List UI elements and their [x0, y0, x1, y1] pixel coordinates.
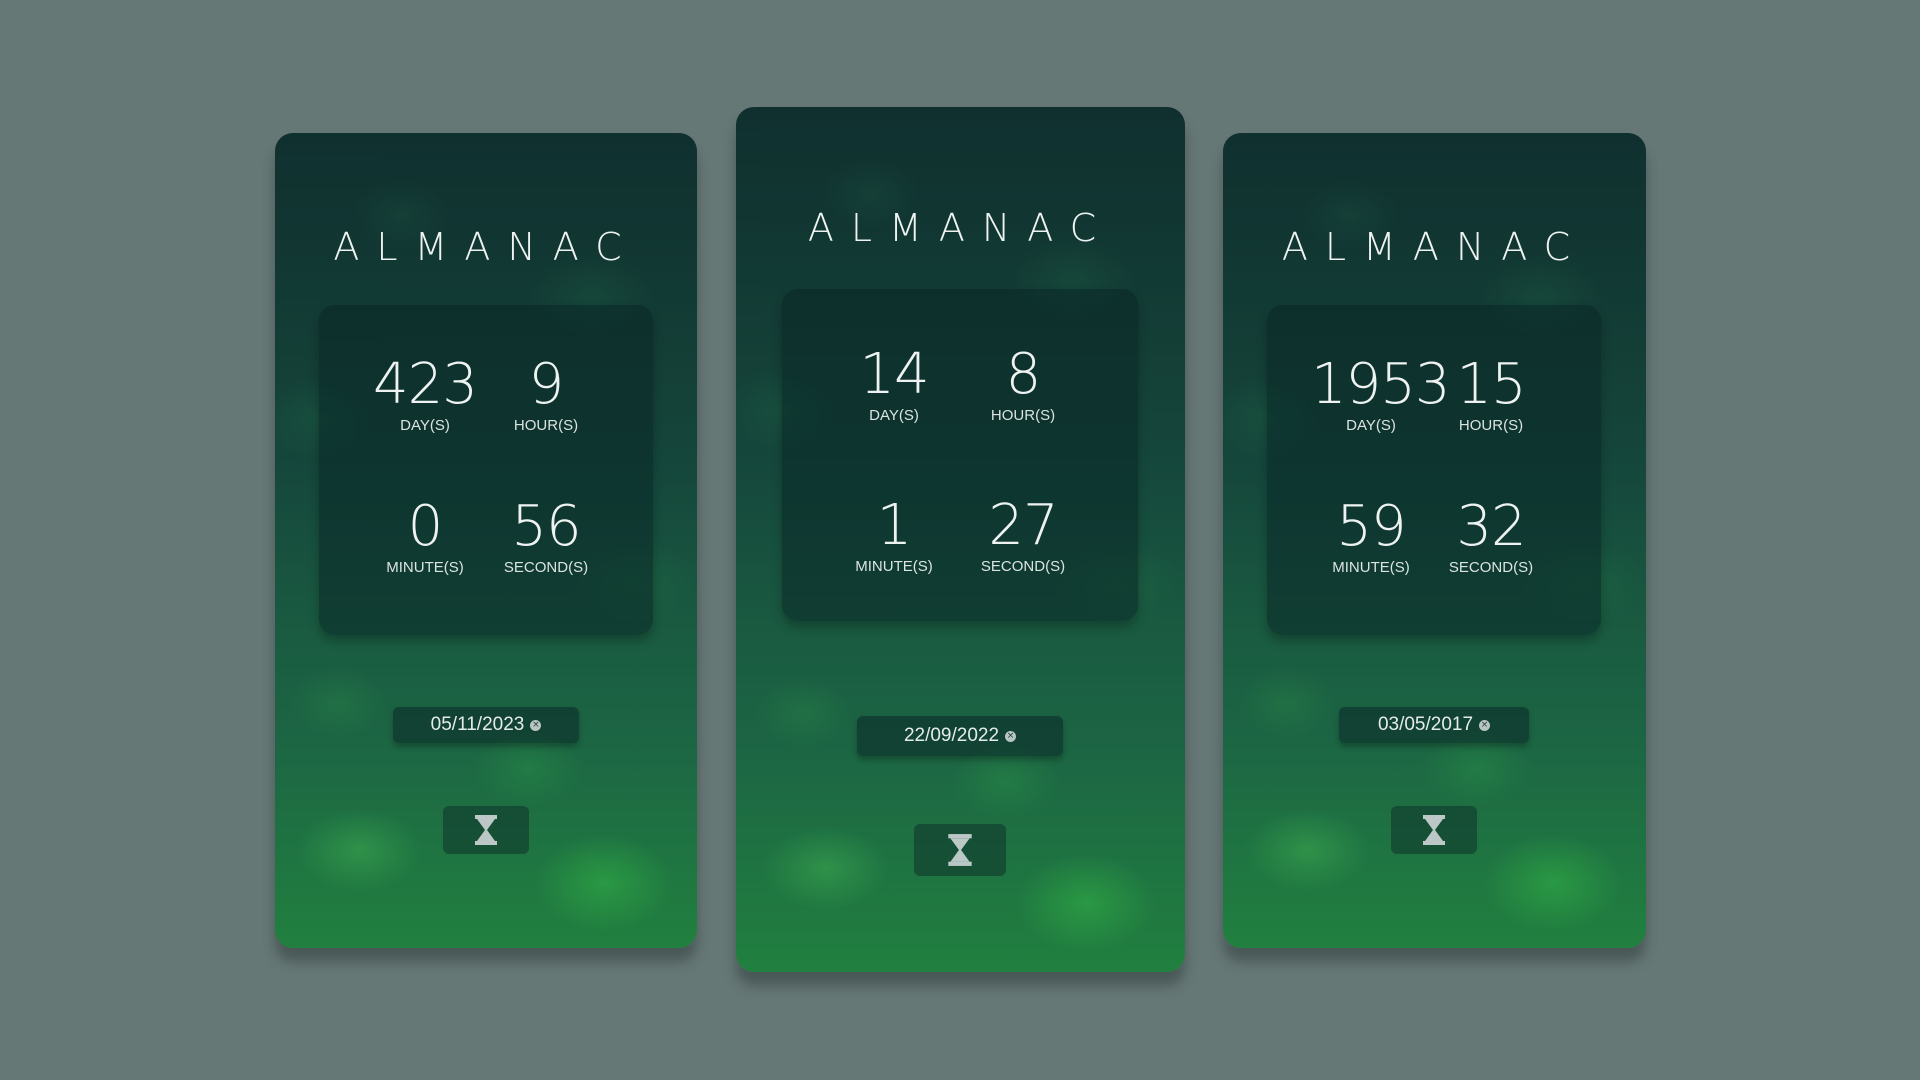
- minutes-unit: 59 MINUTE(S): [1311, 494, 1431, 577]
- days-unit: 14 DAY(S): [834, 342, 954, 425]
- seconds-unit: 56 SECOND(S): [486, 494, 606, 577]
- days-label: DAY(S): [869, 407, 919, 424]
- hours-value: 8: [1005, 342, 1042, 407]
- start-timer-button[interactable]: [914, 824, 1006, 876]
- days-value: 423: [373, 352, 478, 417]
- minutes-value: 59: [1336, 494, 1406, 559]
- seconds-value: 27: [988, 493, 1058, 558]
- seconds-unit: 32 SECOND(S): [1431, 494, 1551, 577]
- hours-unit: 9 HOUR(S): [486, 352, 606, 435]
- seconds-value: 56: [511, 494, 581, 559]
- hourglass-icon: [475, 815, 497, 845]
- start-timer-button[interactable]: [1391, 806, 1477, 854]
- seconds-unit: 27 SECOND(S): [963, 493, 1083, 576]
- app-title: ALMANAC: [333, 225, 639, 269]
- seconds-label: SECOND(S): [980, 558, 1066, 575]
- minutes-label: MINUTE(S): [386, 559, 464, 576]
- minutes-label: MINUTE(S): [855, 558, 933, 575]
- hourglass-icon: [948, 834, 972, 866]
- date-input[interactable]: 03/05/2017 ×: [1339, 707, 1529, 743]
- minutes-label: MINUTE(S): [1332, 559, 1410, 576]
- days-unit: 1953 DAY(S): [1311, 352, 1451, 435]
- countdown-card-2: ALMANAC 14 DAY(S) 8 HOUR(S) 1 MINUTE(S) …: [736, 107, 1185, 972]
- date-input[interactable]: 05/11/2023 ×: [393, 707, 579, 743]
- hours-label: HOUR(S): [1458, 417, 1524, 434]
- days-value: 14: [859, 342, 929, 407]
- hours-unit: 15 HOUR(S): [1431, 352, 1551, 435]
- app-title: ALMANAC: [807, 206, 1114, 250]
- start-timer-button[interactable]: [443, 806, 529, 854]
- countdown-card-3: ALMANAC 1953 DAY(S) 15 HOUR(S) 59 MINUTE…: [1223, 133, 1646, 948]
- hourglass-icon: [1423, 815, 1445, 845]
- seconds-label: SECOND(S): [1448, 559, 1534, 576]
- date-value: 22/09/2022: [903, 725, 1000, 746]
- minutes-value: 1: [876, 493, 913, 558]
- clear-icon[interactable]: ×: [1479, 719, 1491, 731]
- seconds-label: SECOND(S): [503, 559, 589, 576]
- seconds-value: 32: [1456, 494, 1526, 559]
- hours-unit: 8 HOUR(S): [963, 342, 1083, 425]
- date-input[interactable]: 22/09/2022 ×: [857, 716, 1063, 756]
- days-value: 1953: [1311, 352, 1451, 417]
- hours-label: HOUR(S): [990, 407, 1056, 424]
- days-label: DAY(S): [400, 417, 450, 434]
- hours-value: 15: [1456, 352, 1526, 417]
- date-value: 03/05/2017: [1377, 714, 1474, 735]
- app-title: ALMANAC: [1281, 225, 1588, 269]
- clear-icon[interactable]: ×: [1005, 730, 1017, 742]
- clear-icon[interactable]: ×: [530, 719, 542, 731]
- date-value: 05/11/2023: [430, 714, 525, 735]
- hours-value: 9: [528, 352, 565, 417]
- days-label: DAY(S): [1346, 417, 1396, 434]
- countdown-card-1: ALMANAC 423 DAY(S) 9 HOUR(S) 0 MINUTE(S)…: [275, 133, 697, 948]
- hours-label: HOUR(S): [513, 417, 579, 434]
- minutes-unit: 1 MINUTE(S): [834, 493, 954, 576]
- days-unit: 423 DAY(S): [365, 352, 485, 435]
- minutes-value: 0: [407, 494, 444, 559]
- minutes-unit: 0 MINUTE(S): [365, 494, 485, 577]
